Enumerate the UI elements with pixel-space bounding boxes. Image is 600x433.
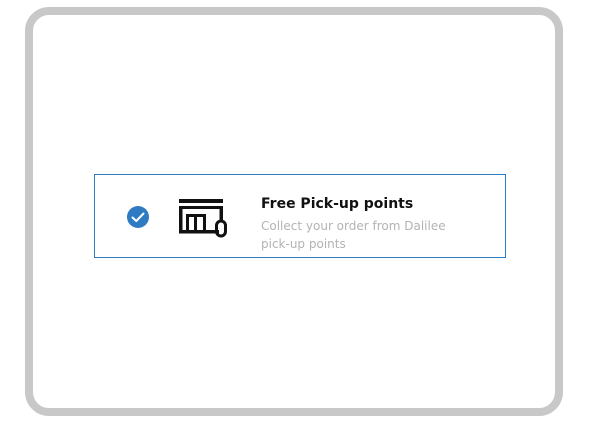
option-description-line2: pick-up points [261, 237, 346, 251]
check-circle-icon [127, 206, 149, 228]
option-title: Free Pick-up points [261, 196, 414, 212]
option-description: Collect your order from Dalilee pick-up … [261, 217, 491, 253]
pickup-option-card[interactable]: Free Pick-up points Collect your order f… [94, 174, 506, 258]
storefront-icon [179, 199, 227, 238]
option-text: Free Pick-up points Collect your order f… [261, 195, 491, 253]
option-description-line1: Collect your order from Dalilee [261, 219, 446, 233]
